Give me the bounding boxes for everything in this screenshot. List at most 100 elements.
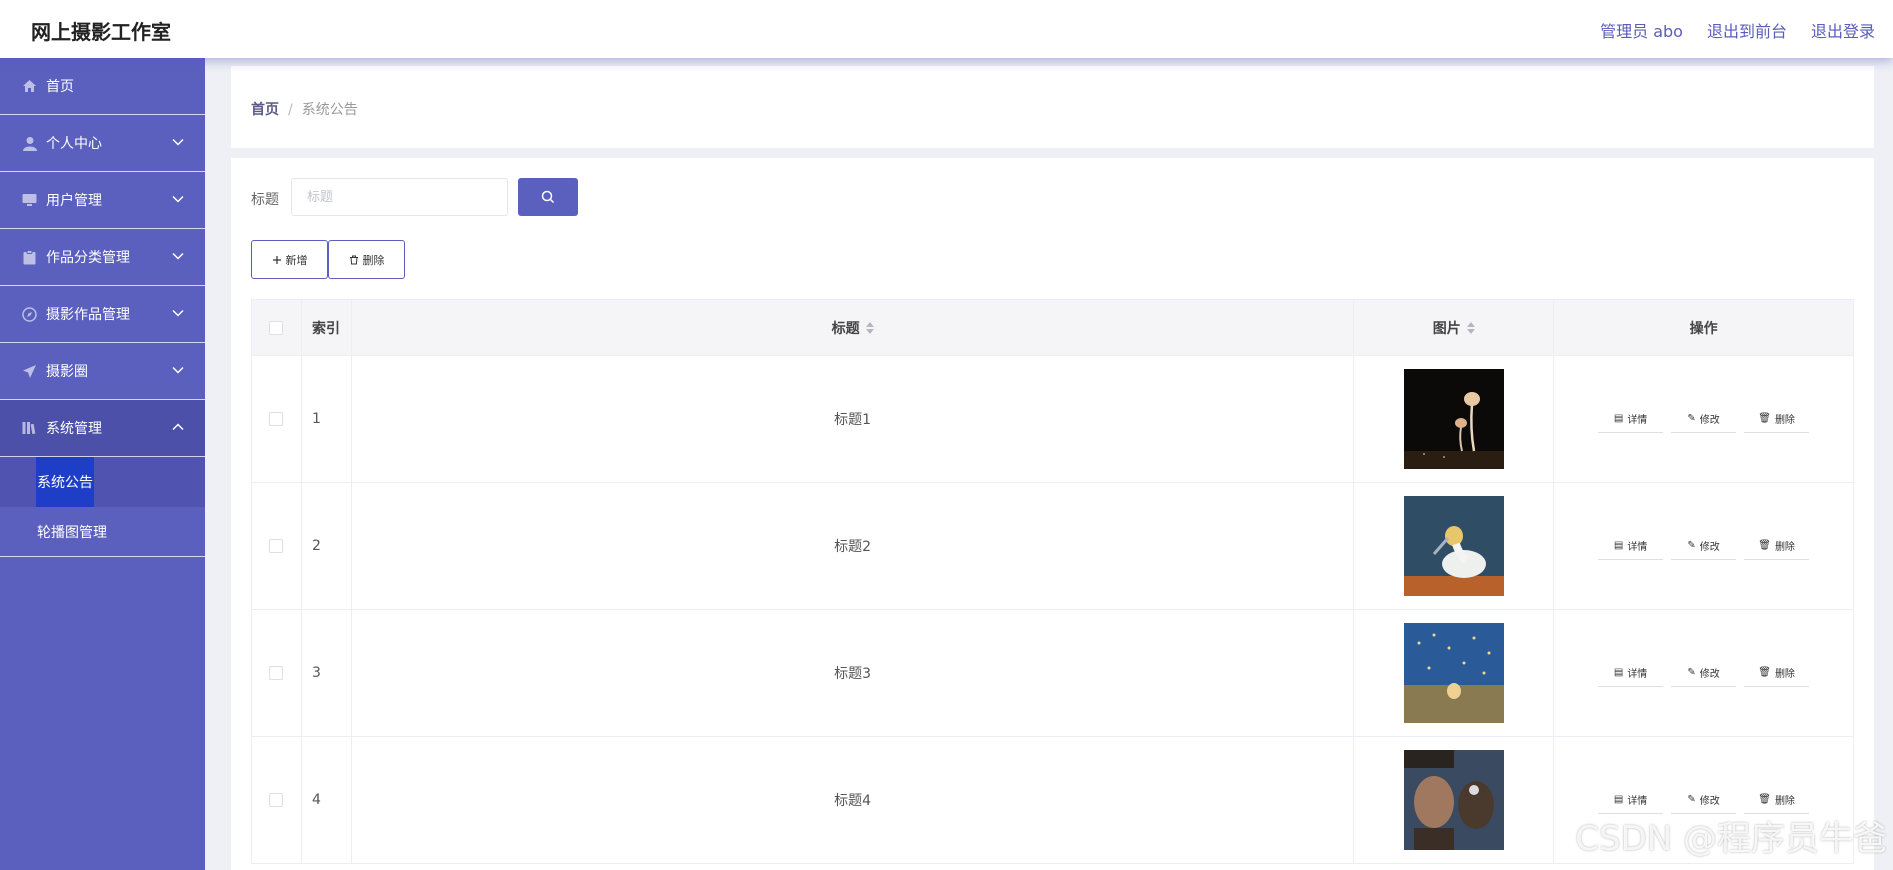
row-delete-button-label: 删除 [1774,796,1795,807]
chevron-up-icon [172,423,184,431]
detail-button[interactable]: ▤ 详情 [1598,405,1664,433]
breadcrumb-separator: / [288,102,293,118]
header-image-label: 图片 [1432,320,1461,337]
detail-button[interactable]: ▤ 详情 [1598,786,1664,814]
monitor-icon [21,192,38,209]
row-delete-button[interactable]: 🗑 删除 [1744,405,1810,433]
home-icon [21,78,38,95]
compass-icon [21,306,38,323]
header-checkbox-cell [252,300,302,355]
library-icon [21,420,38,437]
edit-button[interactable]: ✎ 修改 [1671,659,1737,687]
sort-icon[interactable] [1466,321,1475,334]
row-index: 1 [302,356,352,482]
header-ops: 操作 [1554,300,1854,355]
delete-button[interactable]: 删除 [328,240,405,279]
sidebar-item-label: 摄影作品管理 [46,307,130,323]
admin-user-link[interactable]: 管理员 abo [1600,18,1683,42]
sidebar-item-label: 首页 [46,79,74,95]
row-ops: ▤ 详情 ✎ 修改 🗑 删除 [1554,610,1854,736]
sidebar-item-photo-circle[interactable]: 摄影圈 [0,343,205,400]
edit-button[interactable]: ✎ 修改 [1671,532,1737,560]
header-title[interactable]: 标题 [352,300,1355,355]
search-label: 标题 [251,192,279,208]
chevron-down-icon [172,309,184,317]
add-button[interactable]: 新增 [251,240,328,279]
row-checkbox-cell [252,610,302,736]
bird-in-field-photo [1403,623,1504,723]
select-all-checkbox[interactable] [269,320,284,335]
table-row: 3 标题3 ▤ 详情 ✎ 修改 🗑 删除 [252,610,1854,737]
man-with-eagle-photo [1403,750,1504,850]
search-icon [541,190,555,204]
row-checkbox-cell [252,356,302,482]
logout-link[interactable]: 退出登录 [1811,18,1875,42]
trash-icon [349,255,358,264]
row-image-cell [1354,610,1555,736]
edit-button[interactable]: ✎ 修改 [1671,786,1737,814]
row-title: 标题4 [352,737,1355,863]
send-icon [21,363,38,380]
edit-button[interactable]: ✎ 修改 [1671,405,1737,433]
header-image[interactable]: 图片 [1354,300,1555,355]
trash-icon: 🗑 [1758,413,1771,424]
sidebar-item-label: 作品分类管理 [46,250,130,266]
edit-icon: ✎ [1687,540,1696,551]
row-ops: ▤ 详情 ✎ 修改 🗑 删除 [1554,483,1854,609]
add-button-label: 新增 [285,254,308,267]
top-bar: 网上摄影工作室 管理员 abo 退出到前台 退出登录 [0,0,1893,58]
row-image-cell [1354,356,1555,482]
sidebar-item-personal-center[interactable]: 个人中心 [0,115,205,172]
row-delete-button[interactable]: 🗑 删除 [1744,532,1810,560]
title-search-input[interactable] [291,178,508,216]
chevron-down-icon [172,195,184,203]
edit-icon: ✎ [1687,794,1696,805]
row-index: 3 [302,610,352,736]
row-index: 4 [302,737,352,863]
row-delete-button-label: 删除 [1774,669,1795,680]
detail-button-label: 详情 [1627,669,1648,680]
row-delete-button[interactable]: 🗑 删除 [1744,786,1810,814]
row-title: 标题3 [352,610,1355,736]
sidebar-item-user-management[interactable]: 用户管理 [0,172,205,229]
edit-button-label: 修改 [1699,415,1720,426]
chevron-down-icon [172,252,184,260]
document-icon: ▤ [1613,667,1624,678]
sidebar-subitem-notice[interactable]: 系统公告 [0,457,205,507]
exit-to-frontend-link[interactable]: 退出到前台 [1707,18,1787,42]
detail-button-label: 详情 [1627,796,1648,807]
sidebar-item-category-management[interactable]: 作品分类管理 [0,229,205,286]
row-checkbox-cell [252,737,302,863]
user-icon [21,135,38,152]
row-image-cell [1354,737,1555,863]
trash-icon: 🗑 [1758,540,1771,551]
row-checkbox[interactable] [269,793,284,807]
sidebar-item-home[interactable]: 首页 [0,58,205,115]
detail-button[interactable]: ▤ 详情 [1598,659,1664,687]
sort-icon[interactable] [865,321,874,334]
detail-button[interactable]: ▤ 详情 [1598,532,1664,560]
chevron-down-icon [172,138,184,146]
search-button[interactable] [518,178,578,216]
system-submenu: 系统公告 轮播图管理 [0,457,205,557]
sidebar-item-label: 用户管理 [46,193,102,209]
breadcrumb-home[interactable]: 首页 [251,102,279,118]
row-checkbox[interactable] [269,539,284,553]
mushroom-photo [1403,369,1504,469]
row-delete-button[interactable]: 🗑 删除 [1744,659,1810,687]
gannet-bird-photo [1403,496,1504,596]
sidebar-item-works-management[interactable]: 摄影作品管理 [0,286,205,343]
row-checkbox[interactable] [269,412,284,426]
trash-icon: 🗑 [1758,667,1771,678]
header-title-label: 标题 [831,320,860,337]
breadcrumb-current: 系统公告 [301,102,358,118]
row-checkbox[interactable] [269,666,284,680]
document-icon: ▤ [1613,794,1624,805]
chevron-down-icon [172,366,184,374]
row-index: 2 [302,483,352,609]
sidebar-subitem-carousel[interactable]: 轮播图管理 [0,507,205,557]
sidebar-item-system-management[interactable]: 系统管理 [0,400,205,457]
row-delete-button-label: 删除 [1774,415,1795,426]
app-title: 网上摄影工作室 [31,20,171,44]
row-ops: ▤ 详情 ✎ 修改 🗑 删除 [1554,356,1854,482]
